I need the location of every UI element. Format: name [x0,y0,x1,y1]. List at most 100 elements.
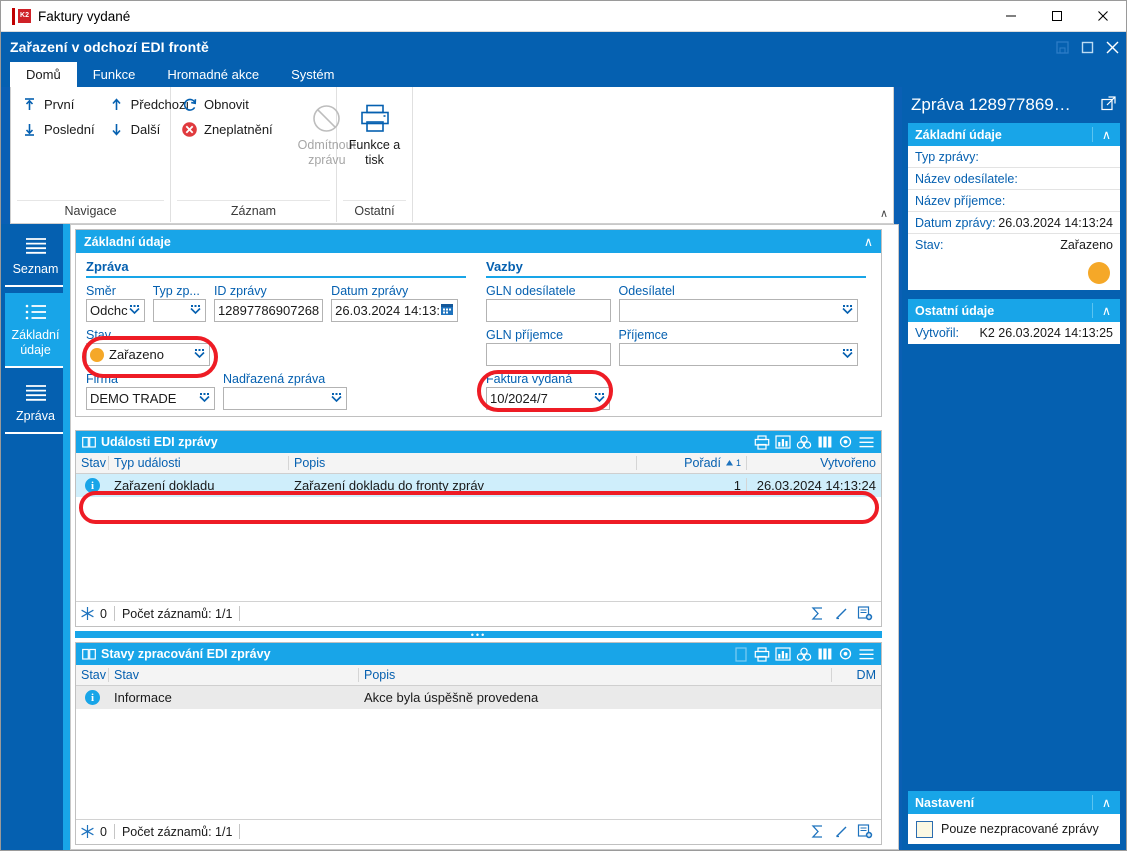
table-row[interactable]: i Informace Akce byla úspěšně provedena [76,686,881,710]
sidebar-item-zprava-label: Zpráva [16,409,55,423]
right-card-nastaveni-title: Nastavení [915,795,975,810]
field-smer-label: Směr [86,284,116,298]
field-nadrazena-zprava-input[interactable] [223,387,347,410]
column-header-stav[interactable]: Stav [76,456,109,470]
ribbon-collapse-caret[interactable]: ∧ [880,207,888,220]
field-typ-zpravy-input[interactable] [152,299,206,322]
sum-sigma-icon[interactable] [805,822,829,842]
chevron-down-icon[interactable] [189,303,202,318]
column-header-stav-icon[interactable]: Stav [76,668,109,682]
columns-icon[interactable] [814,433,835,451]
chevron-down-icon[interactable] [841,347,854,362]
arrow-to-bottom-icon [20,120,39,139]
chart-icon[interactable] [772,433,793,451]
setting-only-unprocessed[interactable]: Pouze nezpracované zprávy [908,814,1120,844]
doc-icon[interactable] [730,645,751,663]
row-description-cell: Zařazení dokladu do fronty zpráv [294,478,485,493]
group-icon[interactable] [793,645,814,663]
checkbox-icon[interactable] [916,820,933,838]
chevron-down-icon[interactable] [128,303,141,318]
tab-hromadne-akce[interactable]: Hromadné akce [151,62,275,87]
chevron-down-icon[interactable] [593,391,606,406]
mdi-save-icon[interactable] [1051,36,1073,58]
basic-data-panel-body: Zpráva Směr Odchc Typ zp... ID zprávy 12… [76,253,881,417]
sidebar-item-zakladni-udaje[interactable]: Základní údaje [4,293,67,368]
right-row-vytvoril-value: K2 26.03.2024 14:13:25 [979,326,1113,340]
minimize-button[interactable] [988,1,1034,32]
field-gln-odesilatele-input[interactable] [486,299,611,322]
snowflake-icon[interactable] [80,606,95,621]
button-posledni[interactable]: Poslední [17,117,104,142]
field-gln-odesilatele: GLN odesílatele [486,284,611,322]
chevron-up-icon[interactable]: ∧ [1092,127,1120,142]
chevron-down-icon[interactable] [198,391,211,406]
vazby-row-1: GLN odesílatele Odesílatel [486,284,866,322]
field-faktura-vydana-input[interactable]: 10/2024/7 [486,387,610,410]
print-icon[interactable] [751,433,772,451]
column-header-poradi[interactable]: Pořadí 1 [637,456,747,470]
chevron-down-icon[interactable] [841,303,854,318]
field-odesilatel-input[interactable] [618,299,858,322]
button-obnovit[interactable]: Obnovit [177,92,282,117]
button-funkce-a-tisk[interactable]: Funkce a tisk [343,92,406,200]
field-gln-prijemce-input[interactable] [486,343,611,366]
chevron-up-icon[interactable]: ∧ [864,234,873,249]
cancel-red-icon [180,120,199,139]
new-record-icon[interactable] [853,604,877,624]
new-record-icon[interactable] [853,822,877,842]
chart-icon[interactable] [772,645,793,663]
settings-icon[interactable] [835,433,856,451]
mdi-close-icon[interactable] [1101,36,1123,58]
menu-icon[interactable] [856,433,877,451]
open-external-icon[interactable] [1101,96,1116,114]
group-icon[interactable] [793,433,814,451]
field-prijemce-input[interactable] [618,343,858,366]
table-row[interactable]: i Zařazení dokladu Zařazení dokladu do f… [76,474,881,498]
settings-icon[interactable] [835,645,856,663]
chevron-up-icon[interactable]: ∧ [1092,303,1120,318]
edit-pencil-icon[interactable] [829,822,853,842]
sum-sigma-icon[interactable] [805,604,829,624]
column-header-vytvoreno[interactable]: Vytvořeno [747,456,881,470]
field-smer-input[interactable]: Odchc [86,299,145,322]
chevron-down-icon[interactable] [193,347,206,362]
mdi-maximize-icon[interactable] [1076,36,1098,58]
sidebar-item-zprava[interactable]: Zpráva [4,374,67,434]
column-header-typ-udalosti[interactable]: Typ události [109,456,289,470]
events-grid-footer: 0 Počet záznamů: 1/1 [76,601,881,625]
column-header-popis[interactable]: Popis [359,668,832,682]
chevron-down-icon[interactable] [330,391,343,406]
field-prijemce-label: Příjemce [618,328,668,342]
menu-icon[interactable] [856,645,877,663]
calendar-icon[interactable] [440,302,454,319]
column-header-stav[interactable]: Stav [109,668,359,682]
button-prvni[interactable]: První [17,92,104,117]
close-button[interactable] [1080,1,1126,32]
panel-splitter[interactable]: ••• [75,630,882,639]
field-id-zpravy-input[interactable]: 12897786907268 [213,299,324,322]
field-nadrazena-zprava-label: Nadřazená zpráva [223,372,326,386]
column-header-popis[interactable]: Popis [289,456,637,470]
mdi-window-controls [1051,36,1126,58]
sidebar-item-seznam[interactable]: Seznam [4,227,67,287]
sidebar-item-seznam-label: Seznam [12,262,59,276]
columns-icon[interactable] [814,645,835,663]
print-icon[interactable] [751,645,772,663]
maximize-button[interactable] [1034,1,1080,32]
tab-funkce[interactable]: Funkce [77,62,152,87]
info-icon: i [85,690,100,705]
tab-domu[interactable]: Domů [10,62,77,87]
field-firma-input[interactable]: DEMO TRADE [86,387,215,410]
field-firma: Firma DEMO TRADE [86,372,215,410]
column-header-dm[interactable]: DM [832,668,881,682]
footer-divider-1 [113,606,115,621]
snowflake-icon[interactable] [80,824,95,839]
button-zneplatneni[interactable]: Zneplatnění [177,117,282,142]
ribbon-group-zaznam-label: Záznam [177,200,330,222]
tab-system[interactable]: Systém [275,62,350,87]
button-funkce-a-tisk-label-1: Funkce a [348,138,401,152]
field-stav-input[interactable]: Zařazeno [86,343,210,366]
edit-pencil-icon[interactable] [829,604,853,624]
chevron-up-icon[interactable]: ∧ [1092,795,1120,810]
field-datum-zpravy-input[interactable]: 26.03.2024 14:13: [331,299,458,322]
